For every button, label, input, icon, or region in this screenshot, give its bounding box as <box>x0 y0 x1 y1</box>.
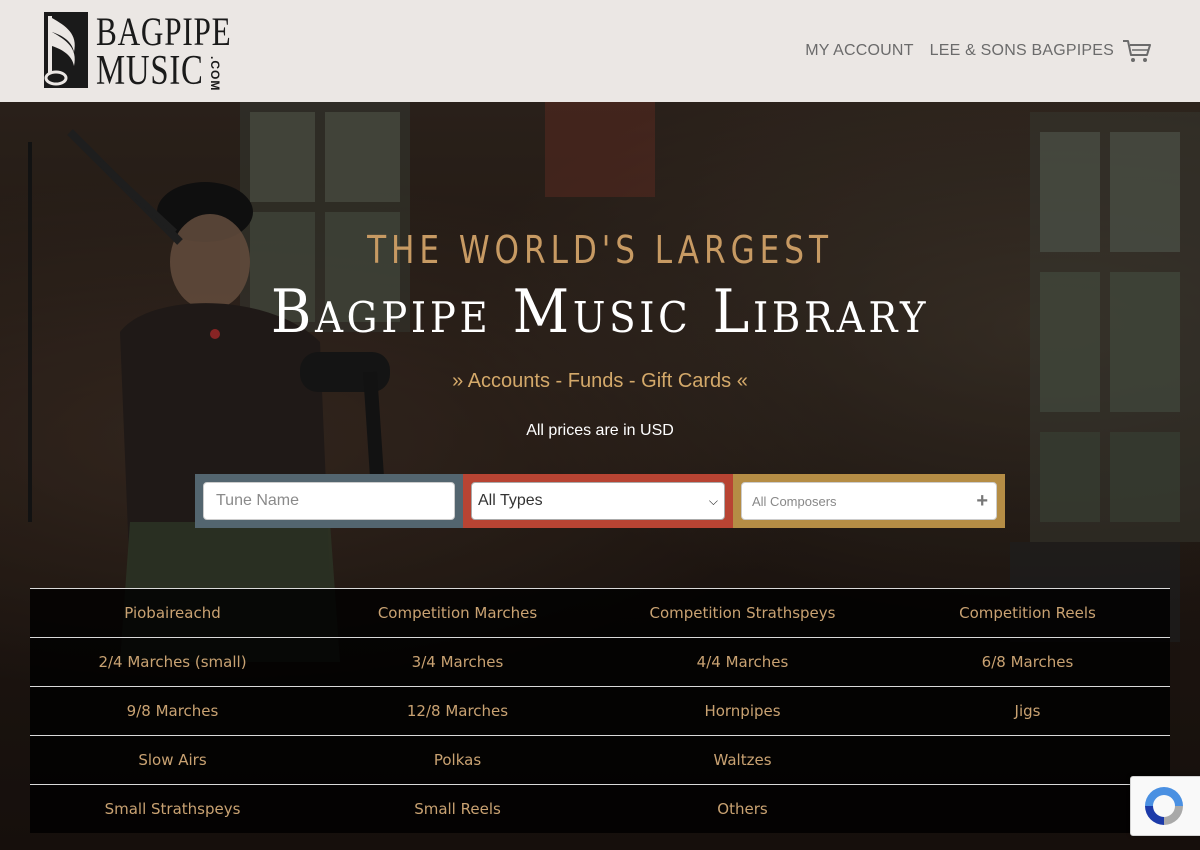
category-link[interactable]: Waltzes <box>600 736 885 784</box>
type-select[interactable]: All Types ⌵ <box>471 482 725 520</box>
account-links-row: » Accounts - Funds - Gift Cards « <box>0 370 1200 393</box>
category-link[interactable]: Competition Strathspeys <box>600 589 885 637</box>
category-link[interactable]: Hornpipes <box>600 687 885 735</box>
site-logo[interactable]: BAGPIPE MUSIC .COM <box>44 12 231 94</box>
links-separator: - <box>628 370 636 392</box>
category-link[interactable]: 9/8 Marches <box>30 687 315 735</box>
logo-text-line2: MUSIC <box>96 48 204 94</box>
category-link[interactable]: 2/4 Marches (small) <box>30 638 315 686</box>
category-row: 2/4 Marches (small) 3/4 Marches 4/4 Marche… <box>30 637 1170 686</box>
category-empty-cell <box>885 736 1170 784</box>
category-row: Piobaireachd Competition Marches Competiti… <box>30 588 1170 637</box>
shopping-cart-icon[interactable] <box>1122 38 1152 64</box>
links-suffix: « <box>736 370 748 392</box>
category-link[interactable]: 6/8 Marches <box>885 638 1170 686</box>
category-link[interactable]: Others <box>600 785 885 833</box>
category-link[interactable]: 3/4 Marches <box>315 638 600 686</box>
recaptcha-icon <box>1145 787 1183 825</box>
logo-text-line1: BAGPIPE <box>96 9 232 54</box>
category-link[interactable]: Polkas <box>315 736 600 784</box>
site-header: BAGPIPE MUSIC .COM MY ACCOUNT LEE & SONS… <box>0 0 1200 102</box>
type-select-value: All Types <box>478 492 543 509</box>
nav-my-account[interactable]: MY ACCOUNT <box>805 42 913 60</box>
music-note-logo-icon <box>44 12 88 88</box>
recaptcha-badge[interactable] <box>1130 776 1200 836</box>
link-gift-cards[interactable]: Gift Cards <box>641 370 731 392</box>
category-link[interactable]: Competition Reels <box>885 589 1170 637</box>
link-accounts[interactable]: Accounts <box>468 370 550 392</box>
category-link[interactable]: Competition Marches <box>315 589 600 637</box>
nav-lee-sons-bagpipes[interactable]: LEE & SONS BAGPIPES <box>930 42 1114 60</box>
search-bar: All Types ⌵ All Composers + <box>195 474 1005 528</box>
category-link[interactable]: Small Reels <box>315 785 600 833</box>
category-row: Slow Airs Polkas Waltzes <box>30 735 1170 784</box>
category-empty-cell <box>885 785 1170 833</box>
link-funds[interactable]: Funds <box>568 370 624 392</box>
links-separator: - <box>555 370 563 392</box>
hero-heading-small: THE WORLD'S LARGEST <box>367 228 833 272</box>
links-prefix: » <box>452 370 464 392</box>
plus-icon[interactable]: + <box>976 491 988 511</box>
hero-heading-big: Bagpipe Music Library <box>270 277 930 347</box>
composer-select-cell: All Composers + <box>733 474 1005 528</box>
tune-name-input[interactable] <box>203 482 455 520</box>
category-link[interactable]: 12/8 Marches <box>315 687 600 735</box>
prices-note: All prices are in USD <box>526 422 674 439</box>
category-link[interactable]: Piobaireachd <box>30 589 315 637</box>
category-link[interactable]: Small Strathspeys <box>30 785 315 833</box>
hero-section: THE WORLD'S LARGEST Bagpipe Music Librar… <box>0 102 1200 850</box>
category-link[interactable]: Slow Airs <box>30 736 315 784</box>
chevron-down-icon: ⌵ <box>708 493 718 508</box>
type-select-cell: All Types ⌵ <box>463 474 733 528</box>
category-table: Piobaireachd Competition Marches Competiti… <box>30 588 1170 833</box>
composer-select[interactable]: All Composers + <box>741 482 997 520</box>
category-row: Small Strathspeys Small Reels Others <box>30 784 1170 833</box>
top-nav: MY ACCOUNT LEE & SONS BAGPIPES <box>789 38 1152 64</box>
tune-search-cell <box>195 474 463 528</box>
composer-select-placeholder: All Composers <box>752 493 837 509</box>
category-link[interactable]: Jigs <box>885 687 1170 735</box>
logo-text-suffix: .COM <box>208 56 222 92</box>
category-row: 9/8 Marches 12/8 Marches Hornpipes Jigs <box>30 686 1170 735</box>
category-link[interactable]: 4/4 Marches <box>600 638 885 686</box>
